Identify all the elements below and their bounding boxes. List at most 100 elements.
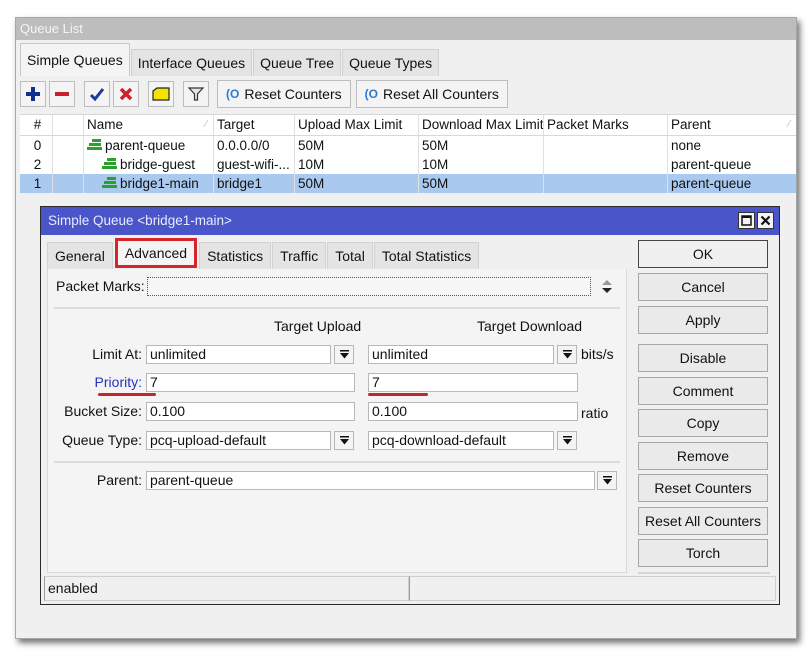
packet-marks-input[interactable] <box>147 277 591 296</box>
reset-icon: (O <box>364 87 378 101</box>
row-parent: parent-queue <box>671 157 752 172</box>
packet-marks-spinner[interactable] <box>600 277 614 297</box>
limit-at-upload-dropdown[interactable] <box>334 345 354 364</box>
row-number: 2 <box>20 155 53 174</box>
remove-button[interactable] <box>49 81 75 107</box>
comment-button[interactable]: Comment <box>638 377 768 405</box>
comment-icon <box>152 87 170 101</box>
reset-all-counters-label: Reset All Counters <box>382 86 499 102</box>
queue-icon <box>102 158 117 169</box>
maximize-button[interactable] <box>738 212 755 229</box>
row-upload: 50M <box>295 174 419 193</box>
dropdown-arrow-icon <box>562 436 572 445</box>
filter-button[interactable] <box>183 81 209 107</box>
table-header: # Name ⁄ Target Upload Max Limit Download… <box>20 114 796 136</box>
separator <box>638 572 770 574</box>
reset-all-counters-button[interactable]: (O Reset All Counters <box>355 80 508 108</box>
row-parent: parent-queue <box>671 176 752 191</box>
tab-simple-queues[interactable]: Simple Queues <box>20 43 130 76</box>
dropdown-arrow-icon <box>562 350 572 359</box>
dropdown-arrow-icon <box>339 436 349 445</box>
row-download: 50M <box>419 174 544 193</box>
col-number[interactable]: # <box>20 115 53 135</box>
priority-download-input[interactable]: 7 <box>368 373 578 392</box>
queue-icon <box>102 177 117 188</box>
priority-upload-input[interactable]: 7 <box>146 373 355 392</box>
col-flags[interactable] <box>53 115 84 135</box>
dropdown-arrow-icon <box>602 476 612 485</box>
bucket-size-label: Bucket Size: <box>64 403 142 419</box>
tab-statistics[interactable]: Statistics <box>199 242 272 269</box>
queue-type-download-dropdown[interactable] <box>557 431 577 450</box>
table-row[interactable]: 2 bridge-guest guest-wifi-... 10M 10M pa… <box>20 155 796 174</box>
limit-at-download-dropdown[interactable] <box>557 345 577 364</box>
filter-icon <box>188 87 204 101</box>
ok-button[interactable]: OK <box>638 240 768 268</box>
dropdown-arrow-icon <box>339 350 349 359</box>
row-download: 10M <box>419 155 544 174</box>
limit-at-upload-input[interactable]: unlimited <box>146 345 331 364</box>
close-button[interactable] <box>757 212 774 229</box>
queue-type-download-select[interactable]: pcq-download-default <box>368 431 554 450</box>
row-upload: 10M <box>295 155 419 174</box>
tab-total[interactable]: Total <box>327 242 373 269</box>
bucket-size-download-input[interactable]: 0.100 <box>368 402 578 421</box>
tab-traffic[interactable]: Traffic <box>272 242 327 269</box>
enable-button[interactable] <box>84 81 110 107</box>
reset-all-counters-button[interactable]: Reset All Counters <box>638 507 768 535</box>
row-target: bridge1 <box>214 174 295 193</box>
row-flags <box>53 155 84 174</box>
copy-button[interactable]: Copy <box>638 409 768 437</box>
target-download-heading: Target Download <box>477 318 583 334</box>
col-name[interactable]: Name ⁄ <box>84 115 214 135</box>
row-packet-marks <box>544 136 668 155</box>
parent-dropdown[interactable] <box>597 471 617 490</box>
priority-label-highlight <box>98 393 156 396</box>
window-title: Queue List <box>16 18 796 40</box>
queue-type-upload-select[interactable]: pcq-upload-default <box>146 431 331 450</box>
tab-queue-types[interactable]: Queue Types <box>342 49 440 76</box>
col-parent[interactable]: Parent ⁄ <box>668 115 796 135</box>
queue-type-label: Queue Type: <box>62 432 142 448</box>
row-target: guest-wifi-... <box>214 155 295 174</box>
col-upload-max-limit[interactable]: Upload Max Limit <box>295 115 419 135</box>
priority-label[interactable]: Priority: <box>48 374 142 390</box>
limit-at-download-input[interactable]: unlimited <box>368 345 554 364</box>
row-flags <box>53 136 84 155</box>
tab-total-statistics[interactable]: Total Statistics <box>373 242 480 269</box>
row-parent: none <box>671 138 702 153</box>
reset-counters-button[interactable]: (O Reset Counters <box>217 80 351 108</box>
disable-button[interactable]: Disable <box>638 344 768 372</box>
table-row[interactable]: 0 parent-queue 0.0.0.0/0 50M 50M none <box>20 136 796 155</box>
tab-general[interactable]: General <box>47 242 113 269</box>
row-upload: 50M <box>295 136 419 155</box>
apply-button[interactable]: Apply <box>638 306 768 334</box>
close-icon <box>760 215 771 226</box>
queue-icon <box>87 139 102 150</box>
disable-button[interactable] <box>113 81 139 107</box>
torch-button[interactable]: Torch <box>638 539 768 567</box>
minus-icon <box>55 92 69 96</box>
dialog-tabs: General Advanced Statistics Traffic Tota… <box>47 238 480 269</box>
comment-button[interactable] <box>148 81 174 107</box>
bucket-size-upload-input[interactable]: 0.100 <box>146 402 355 421</box>
col-download-max-limit[interactable]: Download Max Limit <box>419 115 544 135</box>
limit-at-unit: bits/s <box>581 346 614 362</box>
col-target[interactable]: Target <box>214 115 295 135</box>
reset-counters-button[interactable]: Reset Counters <box>638 474 768 502</box>
row-flags <box>53 174 84 193</box>
tab-advanced[interactable]: Advanced <box>114 238 198 268</box>
table-row[interactable]: 1 bridge1-main bridge1 50M 50M parent-qu… <box>20 174 796 193</box>
add-button[interactable] <box>20 81 46 107</box>
cancel-button[interactable]: Cancel <box>638 273 768 301</box>
parent-select[interactable]: parent-queue <box>146 471 595 490</box>
dialog-title-bar[interactable]: Simple Queue <bridge1-main> <box>41 207 779 235</box>
queue-type-upload-dropdown[interactable] <box>334 431 354 450</box>
remove-button[interactable]: Remove <box>638 442 768 470</box>
col-packet-marks[interactable]: Packet Marks <box>544 115 668 135</box>
parent-label: Parent: <box>96 472 142 488</box>
row-number: 0 <box>20 136 53 155</box>
simple-queue-dialog: Simple Queue <bridge1-main> General Adva… <box>40 206 780 605</box>
tab-queue-tree[interactable]: Queue Tree <box>253 49 342 76</box>
tab-interface-queues[interactable]: Interface Queues <box>130 49 253 76</box>
